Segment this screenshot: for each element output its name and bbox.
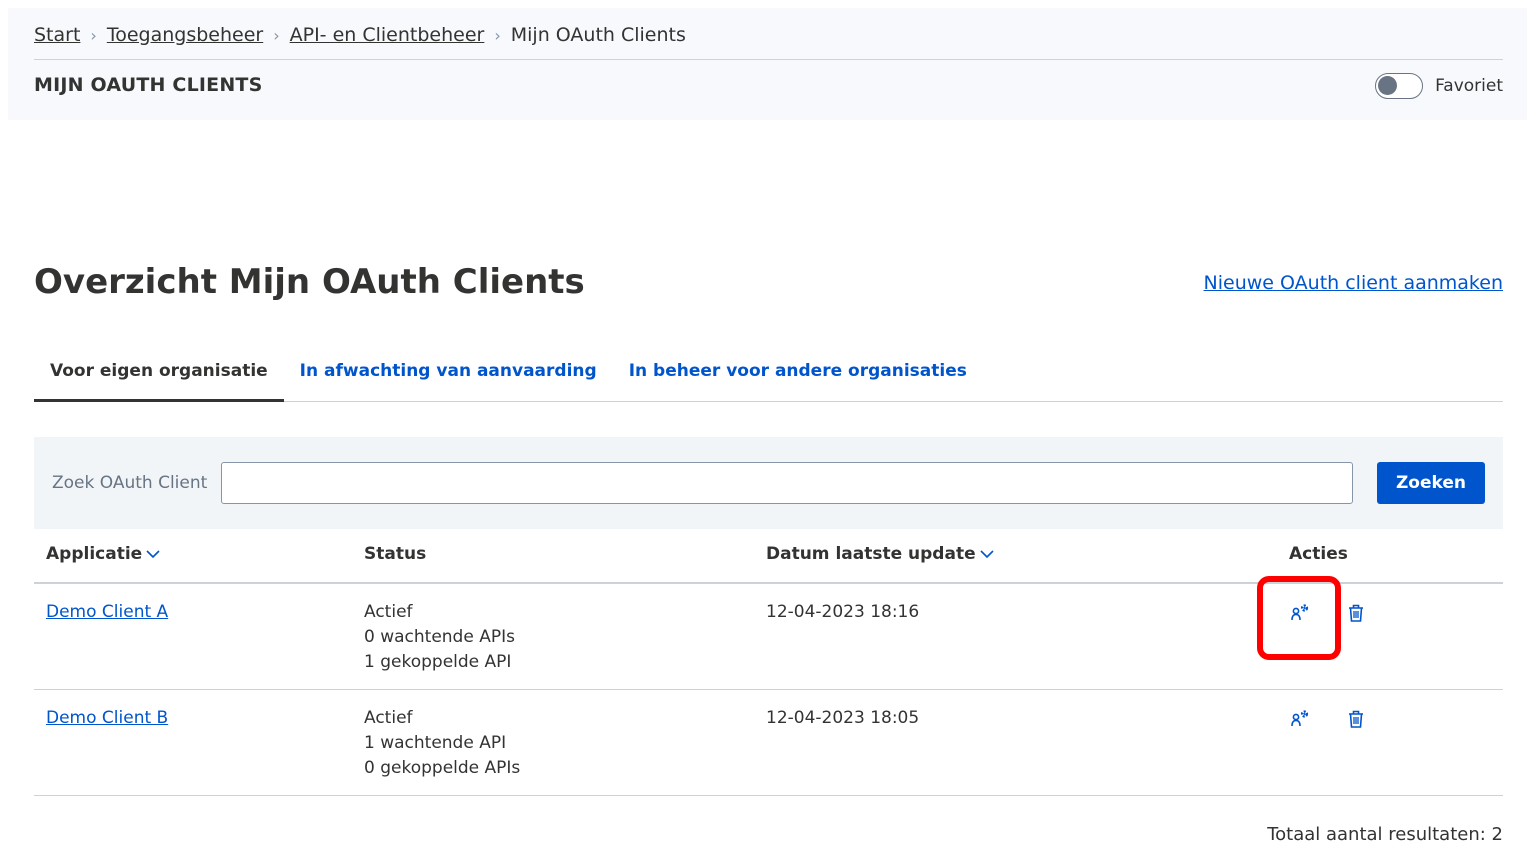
chevron-right-icon: › [494,25,501,45]
client-link[interactable]: Demo Client A [46,602,168,622]
client-link[interactable]: Demo Client B [46,708,168,728]
page-label: MIJN OAUTH CLIENTS [34,74,263,96]
header-datum: Datum laatste update [766,544,976,564]
tab-beheer-andere-organisaties[interactable]: In beheer voor andere organisaties [613,356,983,402]
header-acties: Acties [1289,544,1348,564]
tab-afwachting-aanvaarding[interactable]: In afwachting van aanvaarding [284,356,613,402]
header-divider [34,59,1503,60]
client-name-cell: Demo Client A [46,600,168,625]
actions-cell [1289,708,1367,730]
page-title: Overzicht Mijn OAuth Clients [34,262,585,302]
sort-datum[interactable]: Datum laatste update [766,544,994,564]
pending-apis: 1 wachtende API [364,733,507,753]
header-status-label: Status [364,544,427,564]
chevron-down-icon [146,544,160,564]
header-acties-label: Acties [1289,544,1348,564]
search-panel: Zoek OAuth Client Zoeken [34,437,1503,529]
table-row: Demo Client B Actief 1 wachtende API 0 g… [34,690,1503,796]
breadcrumb-current: Mijn OAuth Clients [510,24,686,46]
sort-applicatie[interactable]: Applicatie [46,544,160,564]
client-name-cell: Demo Client B [46,706,168,731]
favorite-label: Favoriet [1435,76,1503,96]
favorite-toggle[interactable] [1375,73,1424,99]
highlight-box [1257,576,1341,660]
status-cell: Actief 0 wachtende APIs 1 gekoppelde API [364,600,515,675]
status-text: Actief [364,708,413,728]
date-cell: 12-04-2023 18:16 [766,602,920,622]
chevron-right-icon: › [90,25,97,45]
trash-icon[interactable] [1345,602,1367,624]
breadcrumb-api-clientbeheer[interactable]: API- en Clientbeheer [290,24,485,46]
search-button[interactable]: Zoeken [1377,462,1485,504]
new-oauth-client-link[interactable]: Nieuwe OAuth client aanmaken [1204,272,1503,294]
breadcrumb: Start › Toegangsbeheer › API- en Clientb… [34,24,686,46]
trash-icon[interactable] [1345,708,1367,730]
top-bar: Start › Toegangsbeheer › API- en Clientb… [8,8,1527,120]
search-label: Zoek OAuth Client [52,473,208,493]
toggle-knob [1378,76,1398,95]
favorite-control: Favoriet [1375,73,1503,99]
pending-apis: 0 wachtende APIs [364,627,515,647]
tab-bar: Voor eigen organisatie In afwachting van… [34,356,1503,402]
header-status: Status [364,544,426,564]
chevron-right-icon: › [273,25,280,45]
tab-eigen-organisatie[interactable]: Voor eigen organisatie [34,356,284,402]
breadcrumb-toegangsbeheer[interactable]: Toegangsbeheer [107,24,263,46]
search-input[interactable] [221,462,1353,504]
total-results: Totaal aantal resultaten: 2 [1267,824,1503,845]
breadcrumb-start[interactable]: Start [34,24,80,46]
header-applicatie: Applicatie [46,544,143,564]
linked-apis: 1 gekoppelde API [364,652,512,672]
linked-apis: 0 gekoppelde APIs [364,758,521,778]
status-cell: Actief 1 wachtende API 0 gekoppelde APIs [364,706,520,781]
status-text: Actief [364,602,413,622]
clients-table: Applicatie Status Datum laatste update A… [34,529,1503,796]
chevron-down-icon [980,544,994,564]
date-cell: 12-04-2023 18:05 [766,708,920,728]
user-settings-icon[interactable] [1289,708,1311,730]
